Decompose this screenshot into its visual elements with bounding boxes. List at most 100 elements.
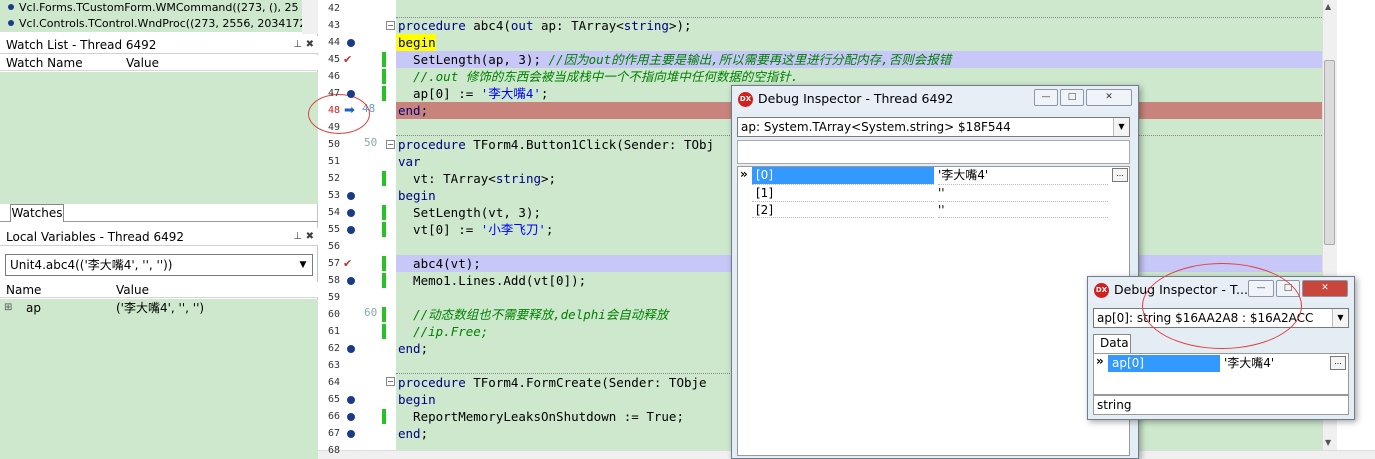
- line-number: 66: [327, 411, 340, 422]
- tab-watches[interactable]: Watches: [10, 204, 64, 222]
- code-line[interactable]: [396, 0, 1322, 17]
- annotation-ellipse: [1142, 263, 1302, 349]
- call-stack-item[interactable]: Vcl.Controls.TControl.WndProc((273, 2556…: [0, 16, 302, 32]
- line-number: 61: [327, 326, 340, 337]
- breakpoint-dot-icon[interactable]: [347, 430, 355, 438]
- breakpoint-dot-icon[interactable]: [347, 413, 355, 421]
- grid-index-cell[interactable]: [0]: [752, 167, 934, 184]
- line-number: 48: [327, 105, 340, 116]
- procedure-separator: [396, 17, 1322, 18]
- close-button[interactable]: ✕: [1086, 89, 1132, 106]
- pin-icon[interactable]: ⊥: [293, 36, 302, 54]
- watch-name-header[interactable]: Watch Name: [6, 55, 83, 71]
- watch-list-header: Watch Name Value: [0, 55, 318, 71]
- value-header[interactable]: Value: [116, 282, 149, 298]
- line-number: 44: [327, 37, 340, 48]
- local-variables-header: Name Value: [0, 282, 318, 298]
- chevron-down-icon: ▼: [1332, 309, 1348, 327]
- watch-value-header[interactable]: Value: [126, 55, 159, 71]
- line-number: 49: [327, 122, 340, 133]
- grid-index-cell[interactable]: [2]: [752, 201, 934, 218]
- grid-name-cell[interactable]: ap[0]: [1108, 355, 1220, 372]
- code-line[interactable]: //.out 修饰的东西会被当成栈中一个不指向堆中任何数据的空指针.: [396, 68, 1322, 85]
- line-number: 53: [327, 190, 340, 201]
- code-line[interactable]: SetLength(ap, 3); //因为out的作用主要是输出,所以需要再这…: [396, 51, 1322, 68]
- frame-icon: [8, 4, 14, 10]
- expression-select[interactable]: ap: System.TArray<System.string> $18F544…: [737, 117, 1130, 137]
- modified-line-marker: [382, 307, 386, 322]
- chevron-down-icon: ▼: [1113, 118, 1129, 136]
- frame-select[interactable]: Unit4.abc4(('李大嘴4', '', '')) ▼: [5, 254, 313, 276]
- modified-line-marker: [382, 324, 386, 339]
- code-line[interactable]: begin: [396, 34, 1322, 51]
- grid-value-cell[interactable]: '李大嘴4': [1224, 355, 1324, 372]
- line-number: 52: [327, 173, 340, 184]
- line-number: 58: [327, 275, 340, 286]
- grid-value-cell[interactable]: '': [938, 201, 1108, 218]
- gutter-hint: 60: [364, 306, 378, 319]
- breakpoint-dot-icon[interactable]: [347, 277, 355, 285]
- debug-inspector-window[interactable]: DX Debug Inspector - Thread 6492 — □ ✕ a…: [731, 85, 1139, 459]
- breakpoint-dot-icon[interactable]: [347, 345, 355, 353]
- breakpoint-dot-icon[interactable]: [347, 226, 355, 234]
- scroll-down-icon[interactable]: ▼: [1325, 438, 1331, 447]
- fold-toggle[interactable]: −: [386, 377, 395, 386]
- breakpoint-icon[interactable]: ✔: [343, 53, 357, 66]
- code-line[interactable]: procedure abc4(out ap: TArray<string>);: [396, 17, 1322, 34]
- minimize-button[interactable]: —: [1034, 89, 1058, 106]
- left-panel: Vcl.Forms.TCustomForm.WMCommand((273, ()…: [0, 0, 318, 459]
- line-number: 65: [327, 394, 340, 405]
- close-button[interactable]: ✕: [1302, 280, 1348, 297]
- call-stack-scrollbar[interactable]: [302, 0, 318, 34]
- pin-icon[interactable]: ⊥: [293, 228, 302, 246]
- grid-value-cell[interactable]: '': [938, 184, 1108, 201]
- chevron-down-icon: ▼: [299, 260, 307, 270]
- tab-data[interactable]: Data: [1093, 334, 1131, 353]
- grid-index-cell[interactable]: [1]: [752, 184, 934, 201]
- local-variables-body: [0, 299, 318, 459]
- line-number: 67: [327, 428, 340, 439]
- fold-toggle[interactable]: −: [386, 140, 395, 149]
- breakpoint-icon[interactable]: ✔: [343, 257, 357, 270]
- local-variables-title: Local Variables - Thread 6492 ⊥ ✖: [0, 228, 318, 246]
- call-stack-item[interactable]: Vcl.Forms.TCustomForm.WMCommand((273, ()…: [0, 0, 302, 16]
- close-icon[interactable]: ✖: [306, 36, 314, 54]
- maximize-button[interactable]: □: [1060, 89, 1084, 106]
- fold-toggle[interactable]: −: [386, 21, 395, 30]
- scrollbar-thumb[interactable]: [1324, 60, 1335, 245]
- expand-icon[interactable]: ⊞: [4, 300, 12, 316]
- breakpoint-dot-icon[interactable]: [347, 209, 355, 217]
- ellipsis-button[interactable]: ...: [1112, 168, 1128, 182]
- line-number: 55: [327, 224, 340, 235]
- modified-line-marker: [382, 222, 386, 237]
- inspector-grid[interactable]: » ap[0] '李大嘴4' ...: [1093, 353, 1349, 395]
- watch-list-body[interactable]: [0, 72, 318, 204]
- close-icon[interactable]: ✖: [306, 228, 314, 246]
- modified-line-marker: [382, 69, 386, 84]
- breakpoint-dot-icon[interactable]: [347, 90, 355, 98]
- status-bar: string: [1093, 395, 1349, 415]
- table-row[interactable]: ⊞ ap ('李大嘴4', '', ''): [0, 300, 318, 316]
- modified-line-marker: [382, 409, 386, 424]
- modified-line-marker: [382, 52, 386, 67]
- line-number: 50: [327, 139, 340, 150]
- grid-value-cell[interactable]: '李大嘴4': [938, 167, 1108, 184]
- line-number: 57: [327, 258, 340, 269]
- line-number: 63: [327, 360, 340, 371]
- line-number: 60: [327, 309, 340, 320]
- line-number: 45: [327, 54, 340, 65]
- breakpoint-dot-icon[interactable]: [347, 396, 355, 404]
- watch-list-title: Watch List - Thread 6492 ⊥ ✖: [0, 36, 318, 54]
- scroll-up-icon[interactable]: ▲: [1325, 2, 1331, 11]
- breakpoint-dot-icon[interactable]: [347, 192, 355, 200]
- line-number: 47: [327, 88, 340, 99]
- call-stack: Vcl.Forms.TCustomForm.WMCommand((273, ()…: [0, 0, 302, 32]
- inspector-grid[interactable]: » [0] '李大嘴4' ... [1] '' [2] '': [737, 166, 1130, 456]
- gutter-hint: 50: [364, 136, 378, 149]
- breakpoint-dot-icon[interactable]: [347, 39, 355, 47]
- frame-icon: [8, 20, 14, 26]
- ellipsis-button[interactable]: ...: [1330, 356, 1346, 370]
- line-number: 68: [327, 445, 340, 456]
- row-indicator-icon: »: [740, 167, 748, 181]
- name-header[interactable]: Name: [6, 282, 41, 298]
